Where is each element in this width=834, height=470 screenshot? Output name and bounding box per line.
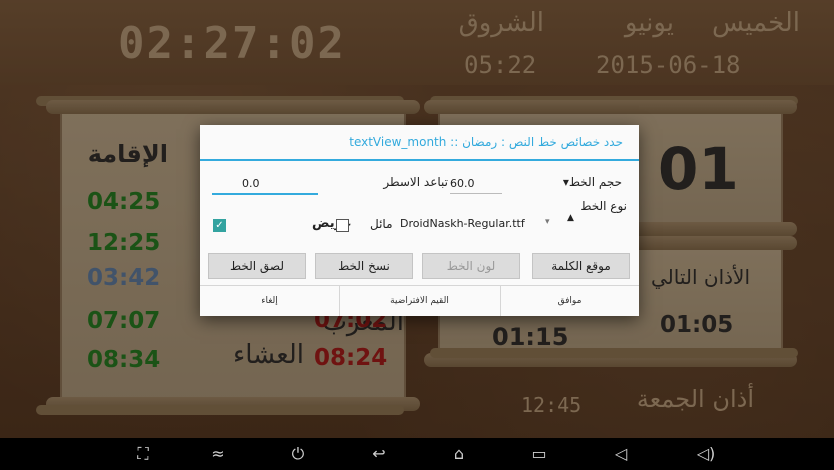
font-type-select[interactable]: DroidNaskh-Regular.ttf: [400, 217, 525, 230]
font-size-label[interactable]: حجم الخط▾: [563, 175, 622, 189]
dialog-button-bar: موافق القيم الافتراضية إلغاء: [200, 285, 639, 316]
screen: 02:27:02 الخميس يونيو 2015-06-18 الشروق …: [0, 0, 834, 470]
font-type-dropdown-icon[interactable]: ▾: [545, 217, 550, 227]
defaults-button[interactable]: القيم الافتراضية: [339, 286, 500, 316]
line-spacing-field[interactable]: 0.0: [212, 177, 318, 195]
home-icon[interactable]: ⌂: [449, 444, 469, 464]
button-separator: [339, 286, 340, 316]
line-spacing-label: تباعد الاسطر: [383, 175, 448, 189]
font-color-button[interactable]: لون الخط: [422, 253, 520, 279]
cancel-button[interactable]: إلغاء: [200, 286, 339, 316]
font-size-field[interactable]: 60.0: [450, 177, 502, 194]
word-position-button[interactable]: موقع الكلمة: [532, 253, 630, 279]
dialog-title-divider: [200, 159, 639, 161]
system-nav-bar: ⛶ ≈ ⏻ ↩ ⌂ ▭ ◁ ◁): [0, 438, 834, 470]
screenshot-icon[interactable]: ⛶: [133, 444, 153, 464]
volume-up-icon[interactable]: ◁): [696, 444, 716, 464]
font-type-label: نوع الخط: [580, 199, 627, 213]
italic-label: مائل: [370, 217, 393, 231]
font-properties-dialog: حدد خصائص خط النص : رمضان :: textView_mo…: [200, 125, 639, 316]
volume-down-icon[interactable]: ◁: [611, 444, 631, 464]
back-icon[interactable]: ↩: [369, 444, 389, 464]
power-icon[interactable]: ⏻: [288, 444, 308, 464]
ok-button[interactable]: موافق: [500, 286, 639, 316]
button-separator: [500, 286, 501, 316]
dialog-title: حدد خصائص خط النص : رمضان :: textView_mo…: [349, 135, 623, 149]
bold-checkbox[interactable]: [336, 219, 349, 232]
chevron-up-icon: ▲: [567, 213, 574, 223]
copy-font-button[interactable]: نسخ الخط: [315, 253, 413, 279]
collapse-icon[interactable]: ≈: [208, 444, 228, 464]
paste-font-button[interactable]: لصق الخط: [208, 253, 306, 279]
recents-icon[interactable]: ▭: [529, 444, 549, 464]
checked-checkbox[interactable]: ✓: [213, 219, 226, 232]
